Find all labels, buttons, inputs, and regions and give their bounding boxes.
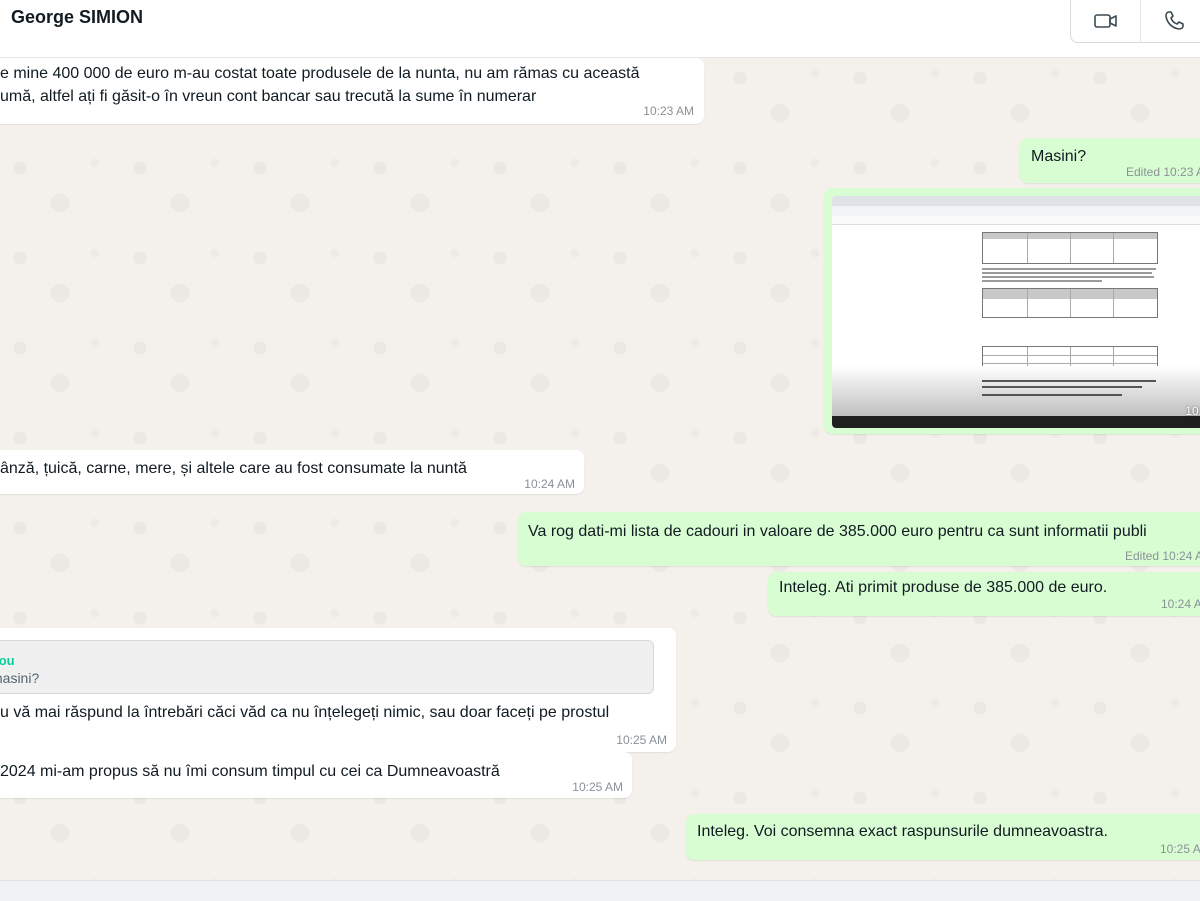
message-text: Masini? [1031,148,1087,165]
message-text-line: e mine 400 000 de euro m-au costat toate… [0,65,640,82]
incoming-reply-message[interactable]: You masini? u vă mai răspund la întrebăr… [0,628,676,752]
document-table-thumbnail [982,232,1158,264]
message-time: Edited 10:24 A [1125,549,1200,563]
incoming-message[interactable]: e mine 400 000 de euro m-au costat toate… [0,58,704,124]
outgoing-message[interactable]: Inteleg. Voi consemna exact raspunsurile… [686,814,1200,860]
browser-bookmarks-thumbnail [832,216,1200,225]
incoming-message[interactable]: ânză, țuică, carne, mere, și altele care… [0,450,584,494]
browser-tabs-thumbnail [832,196,1200,206]
message-time: Edited 10:23 A [1126,165,1200,179]
message-time: 10:25 AM [572,780,623,794]
message-time: 10:24 AM [1185,404,1200,418]
message-time: 10:24 AM [524,477,575,491]
call-actions [1070,0,1200,43]
message-text: Inteleg. Ati primit produse de 385.000 d… [779,579,1108,596]
quoted-text: masini? [0,670,40,686]
chat-background: e mine 400 000 de euro m-au costat toate… [0,58,1200,880]
message-text: Va rog dati-mi lista de cadouri in valoa… [528,523,1147,540]
chat-header: George SIMION [0,0,1200,58]
attached-screenshot-image[interactable] [832,196,1200,428]
message-time: 10:24 A [1161,597,1200,611]
taskbar-thumbnail [832,416,1200,428]
message-text: ânză, țuică, carne, mere, și altele care… [0,460,467,477]
message-text: 2024 mi-am propus să nu îmi consum timpu… [0,763,500,780]
outgoing-message[interactable]: Inteleg. Ati primit produse de 385.000 d… [768,572,1200,616]
outgoing-image-message[interactable]: 10:24 AM [824,188,1200,434]
phone-icon[interactable] [1159,6,1189,36]
browser-address-bar-thumbnail [832,206,1200,216]
video-camera-icon[interactable] [1091,6,1121,36]
message-text: Inteleg. Voi consemna exact raspunsurile… [697,823,1108,840]
document-table-thumbnail [982,288,1158,318]
contact-name[interactable]: George SIMION [11,7,143,28]
message-time: 10:23 AM [643,104,694,118]
message-time: 10:25 AM [616,733,667,747]
quoted-message[interactable]: You masini? [0,640,654,694]
message-text-line: umă, altfel ați fi găsit-o în vreun cont… [0,88,537,105]
outgoing-message[interactable]: Masini? Edited 10:23 A [1020,138,1200,183]
incoming-message[interactable]: 2024 mi-am propus să nu îmi consum timpu… [0,752,632,798]
message-time: 10:25 A [1160,842,1200,856]
message-text: u vă mai răspund la întrebări căci văd c… [0,704,610,721]
composer-bar[interactable] [0,880,1200,901]
outgoing-message[interactable]: Va rog dati-mi lista de cadouri in valoa… [518,512,1200,566]
